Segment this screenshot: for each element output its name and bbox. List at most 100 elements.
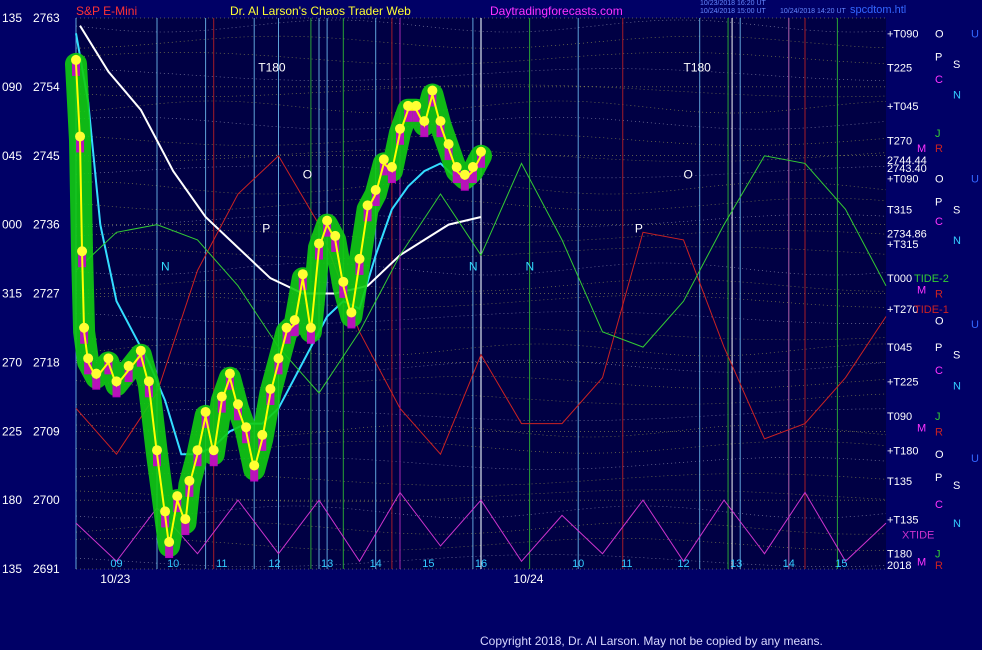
hour-label: 10	[572, 558, 584, 570]
price-dot	[265, 383, 276, 394]
annotation-n: N	[469, 260, 478, 274]
hour-label: 12	[268, 558, 280, 570]
right-letter: S	[953, 350, 960, 362]
hour-label: 13	[730, 558, 742, 570]
timestamp-3: 10/24/2018 14:20 UT	[780, 8, 846, 15]
right-letter: P	[935, 472, 942, 484]
price-dot	[152, 445, 162, 456]
timestamp-2: 10/24/2018 15:00 UT	[700, 8, 766, 15]
right-letter: U	[971, 453, 979, 465]
price-tick-label: 2736	[33, 218, 60, 232]
site-link[interactable]: Daytradingforecasts.com	[490, 4, 623, 18]
right-label: 2018	[887, 560, 911, 572]
price-tick-label: 2718	[33, 355, 60, 369]
right-letter: M	[917, 422, 926, 434]
right-letter: R	[935, 560, 943, 572]
right-label: T180	[887, 549, 912, 561]
right-label: TIDE-1	[914, 304, 949, 316]
hour-label: 09	[110, 558, 122, 570]
price-dot	[370, 185, 381, 196]
right-letter: M	[917, 143, 926, 155]
right-letter: N	[953, 235, 961, 247]
right-letter: M	[917, 556, 926, 568]
price-dot	[172, 491, 183, 502]
date-label: 10/24	[513, 572, 543, 586]
angle-label: 000	[2, 218, 22, 232]
price-tick-label: 2754	[33, 80, 60, 94]
angle-label: 135	[2, 562, 22, 576]
price-dot	[459, 169, 470, 180]
right-letter: U	[971, 319, 979, 331]
hour-label: 12	[677, 558, 689, 570]
hour-label: 14	[783, 558, 795, 570]
right-letter: S	[953, 480, 960, 492]
right-letter: R	[935, 289, 943, 301]
price-dot	[249, 460, 260, 471]
price-dot	[192, 445, 203, 456]
hour-label: 14	[370, 558, 382, 570]
price-dot	[289, 315, 300, 326]
right-letter: O	[935, 174, 944, 186]
price-dot	[419, 116, 430, 127]
price-dot	[273, 353, 284, 364]
page-file-label: spcdtom.htl	[850, 4, 907, 16]
price-dot	[330, 230, 341, 241]
hour-label: 11	[621, 558, 632, 570]
price-dot	[338, 276, 349, 287]
hour-label: 11	[216, 558, 227, 570]
angle-label: 315	[2, 287, 22, 301]
price-dot	[411, 100, 422, 111]
angle-label: 045	[2, 149, 22, 163]
right-letter: P	[935, 51, 942, 63]
price-dot	[71, 54, 81, 65]
chaos-chart: T180 T180O OP PN N N 135 2763090 2754045 2745000…	[0, 0, 982, 650]
price-dot	[123, 361, 134, 372]
right-label: T270	[887, 135, 912, 147]
price-dot	[314, 238, 324, 249]
price-dot	[216, 391, 227, 402]
date-label: 10/23	[100, 572, 130, 586]
right-label: T090	[887, 411, 912, 423]
price-dot	[233, 399, 243, 410]
price-dot	[297, 269, 308, 280]
copyright-notice: Copyright 2018, Dr. Al Larson. May not b…	[480, 634, 823, 648]
price-dot	[435, 116, 446, 127]
right-letter: N	[953, 518, 961, 530]
angle-label: 270	[2, 355, 22, 369]
right-label: TIDE-2	[914, 273, 949, 285]
price-tick-label: 2709	[33, 424, 60, 438]
price-dot	[143, 376, 154, 387]
right-letter: S	[953, 204, 960, 216]
price-dot	[135, 345, 146, 356]
right-letter: P	[935, 342, 942, 354]
price-dot	[75, 131, 86, 142]
right-label: T045	[887, 342, 912, 354]
right-letter: C	[935, 499, 943, 511]
angle-label: 180	[2, 493, 22, 507]
price-dot	[281, 322, 292, 333]
right-letter: U	[971, 174, 979, 186]
right-letter: U	[971, 28, 979, 40]
right-label: +T225	[887, 377, 919, 389]
hour-label: 15	[835, 558, 847, 570]
right-letter: C	[935, 365, 943, 377]
right-letter: J	[935, 549, 941, 561]
right-letter: M	[917, 285, 926, 297]
price-dot	[378, 154, 389, 165]
annotation-p: P	[635, 221, 643, 235]
right-letter: N	[953, 90, 961, 102]
price-dot	[354, 253, 365, 264]
chart-title: Dr. Al Larson's Chaos Trader Web	[230, 4, 411, 18]
right-label: T000	[887, 273, 912, 285]
right-letter: J	[935, 128, 941, 140]
annotation-o: O	[684, 168, 693, 182]
right-letter: C	[935, 74, 943, 86]
price-dot	[111, 376, 122, 387]
hour-label: 16	[475, 558, 487, 570]
right-letter: S	[953, 59, 960, 71]
right-label: +T045	[887, 101, 919, 113]
price-dot	[476, 146, 486, 157]
annotation-n: N	[526, 260, 535, 274]
hour-label: 13	[321, 558, 333, 570]
price-dot	[257, 429, 268, 440]
